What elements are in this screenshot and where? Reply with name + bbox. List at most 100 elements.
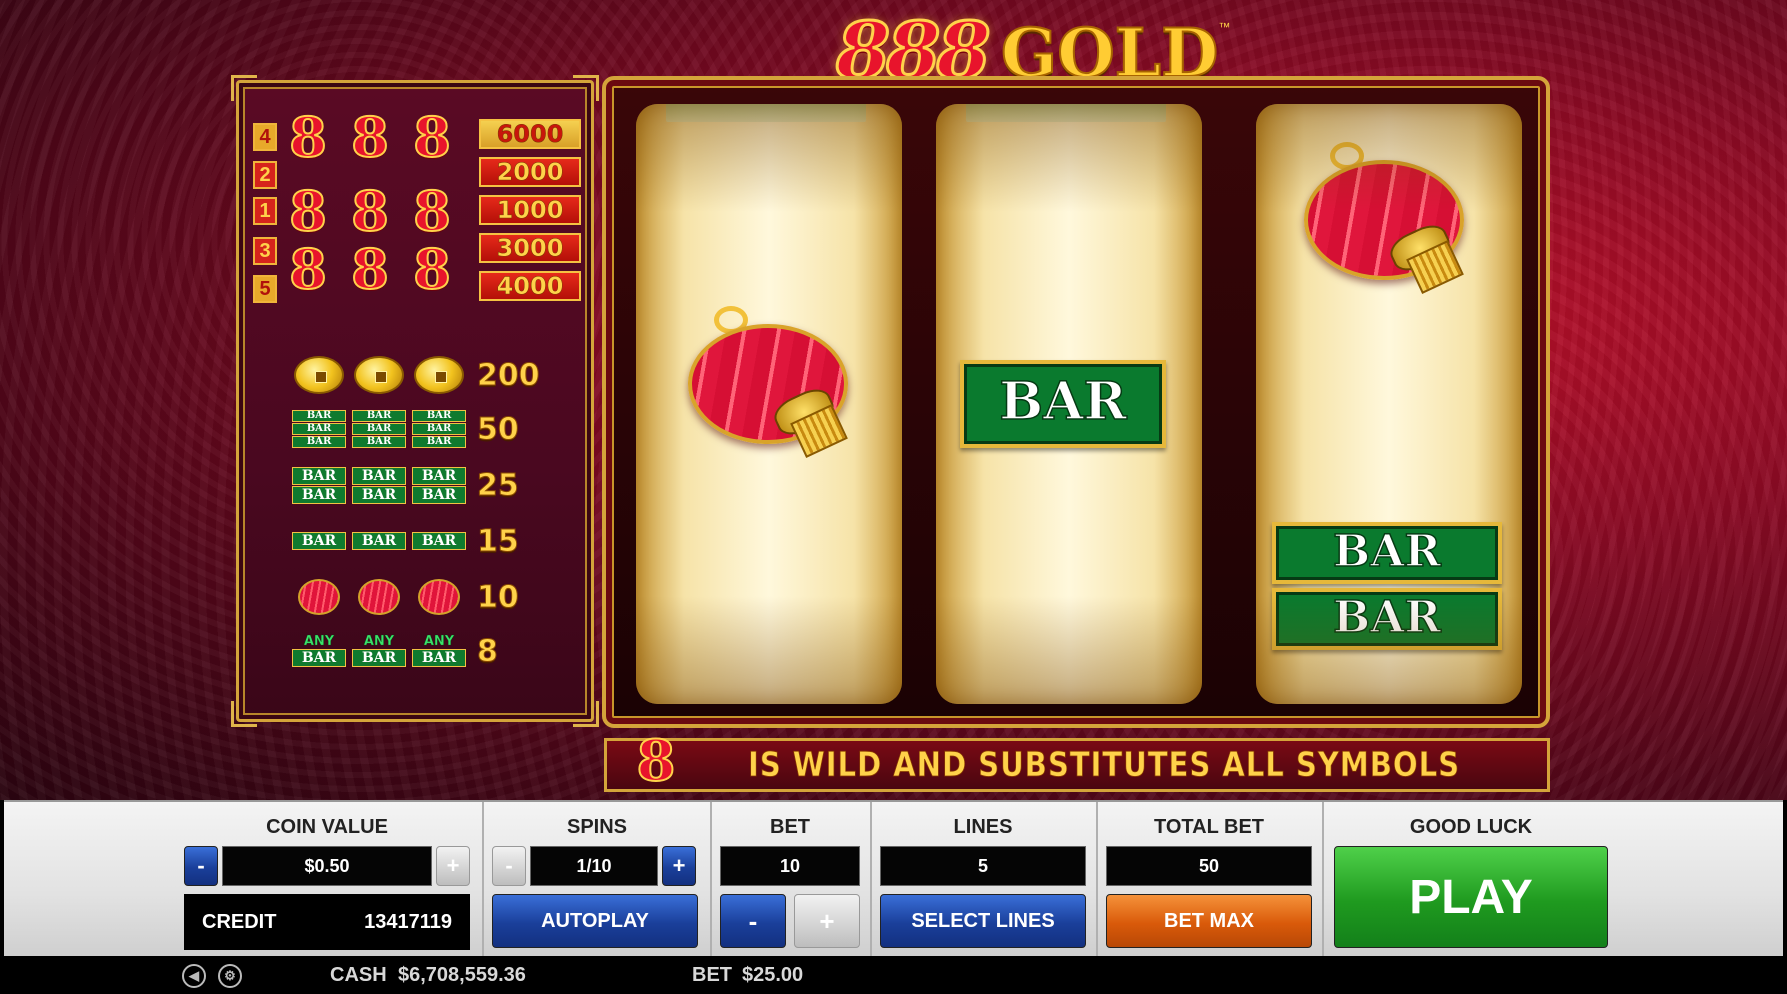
total-bet-display: 50 (1106, 846, 1312, 886)
paytable-symbol-row: ANY BAR ANY BAR ANY BAR 8 (289, 627, 549, 675)
eight-symbol: 8 (350, 237, 390, 301)
double-bar-icon: BAR BAR (289, 466, 349, 504)
lantern-icon (358, 579, 400, 615)
bar-symbol: BAR (1272, 522, 1502, 584)
line-payout: 3000 (479, 233, 581, 263)
line-payout: 1000 (479, 195, 581, 225)
symbol-payout: 8 (477, 633, 499, 669)
credit-label: CREDIT (202, 910, 277, 933)
lantern-icon (298, 579, 340, 615)
symbol-payout: 200 (477, 357, 541, 393)
bet-max-button[interactable]: BET MAX (1106, 894, 1312, 948)
paytable-symbol-row: BAR BAR BAR BAR BAR BAR BAR BAR BAR 50 (289, 405, 549, 453)
eight-symbol: 8 (288, 179, 328, 243)
lantern-symbol (1294, 140, 1474, 300)
eight-symbol: 8 (412, 237, 452, 301)
select-lines-button[interactable]: SELECT LINES (880, 894, 1086, 948)
any-bar-icon: ANY BAR (289, 634, 349, 668)
status-bet-label: BET (692, 964, 732, 986)
symbol-payout: 50 (477, 411, 520, 447)
spins-minus-button[interactable]: - (492, 846, 526, 886)
total-bet-label: TOTAL BET (1154, 816, 1264, 838)
symbol-payout: 15 (477, 523, 520, 559)
bar-symbol-partial (666, 104, 866, 122)
reel-3: BAR BAR (1256, 104, 1522, 704)
lines-display: 5 (880, 846, 1086, 886)
game-area: 888 GOLD ™ 4 8 8 8 6000 2 2000 1 8 8 8 1… (0, 0, 1787, 800)
reel-2: BAR (936, 104, 1202, 704)
bet-minus-button[interactable]: - (720, 894, 786, 948)
triple-bar-icon: BAR BAR BAR (349, 410, 409, 449)
coin-value-plus-button[interactable]: + (436, 846, 470, 886)
credit-value: 13417119 (364, 910, 452, 933)
paytable-line-row: 4 8 8 8 (253, 105, 463, 169)
spins-display: 1/10 (530, 846, 658, 886)
lantern-icon (418, 579, 460, 615)
any-bar-icon: ANY BAR (409, 634, 469, 668)
any-bar-icon: ANY BAR (349, 634, 409, 668)
triple-bar-icon: BAR BAR BAR (409, 410, 469, 449)
spins-plus-button[interactable]: + (662, 846, 696, 886)
paytable-corner (573, 701, 599, 727)
line-number: 4 (253, 123, 277, 151)
lines-label: LINES (953, 816, 1013, 838)
bet-plus-button[interactable]: + (794, 894, 860, 948)
line-payout: 2000 (479, 157, 581, 187)
paytable-symbol-row: BAR BAR BAR BAR BAR BAR 25 (289, 461, 549, 509)
coin-value-label: COIN VALUE (266, 816, 388, 838)
reel-frame: BAR BAR BAR (602, 76, 1550, 728)
bet-display: 10 (720, 846, 860, 886)
reel-1 (636, 104, 902, 704)
eight-symbol: 8 (412, 179, 452, 243)
double-bar-icon: BAR BAR (409, 466, 469, 504)
single-bar-icon: BAR (289, 532, 349, 551)
play-button[interactable]: PLAY (1334, 846, 1608, 948)
coin-icon (414, 356, 464, 394)
good-luck-label: GOOD LUCK (1409, 816, 1533, 838)
wild-banner-text: IS WILD AND SUBSTITUTES ALL SYMBOLS (747, 745, 1460, 786)
paytable-symbol-row: 10 (289, 573, 549, 621)
coin-value-display: $0.50 (222, 846, 432, 886)
line-number: 2 (253, 161, 277, 189)
symbol-payout: 25 (477, 467, 520, 503)
paytable-corner (231, 701, 257, 727)
autoplay-button[interactable]: AUTOPLAY (492, 894, 698, 948)
paytable: 4 8 8 8 6000 2 2000 1 8 8 8 1000 3 3000 … (231, 75, 599, 727)
paytable-corner (231, 75, 257, 101)
status-bar: ◀ ⚙ CASH $6,708,559.36 BET $25.00 (0, 956, 1787, 994)
coin-icon (354, 356, 404, 394)
eight-symbol: 8 (288, 105, 328, 169)
bar-symbol: BAR (960, 360, 1166, 448)
logo-trademark: ™ (1218, 20, 1231, 34)
cash-value: $6,708,559.36 (398, 964, 526, 986)
line-payout: 6000 (479, 119, 581, 149)
bet-label: BET (770, 816, 810, 838)
paytable-symbol-row: 200 (289, 351, 549, 399)
single-bar-icon: BAR (349, 532, 409, 551)
line-number: 5 (253, 275, 277, 303)
settings-gear-icon[interactable]: ⚙ (218, 964, 242, 988)
eight-symbol: 8 (288, 237, 328, 301)
paytable-line-row: 5 (253, 271, 277, 307)
eight-symbol: 8 (350, 105, 390, 169)
paytable-corner (573, 75, 599, 101)
status-bet-value: $25.00 (742, 964, 804, 986)
wild-banner: 8 IS WILD AND SUBSTITUTES ALL SYMBOLS (604, 728, 1550, 794)
eight-symbol: 8 (412, 105, 452, 169)
lantern-symbol (678, 304, 858, 464)
bar-symbol: BAR (1272, 588, 1502, 650)
sound-icon[interactable]: ◀ (182, 964, 206, 988)
bar-symbol-partial (966, 104, 1166, 122)
coin-icon (294, 356, 344, 394)
cash-label: CASH (330, 964, 387, 986)
paytable-symbol-row: BAR BAR BAR 15 (289, 517, 549, 565)
eight-symbol: 8 (636, 728, 677, 794)
triple-bar-icon: BAR BAR BAR (289, 410, 349, 449)
coin-value-minus-button[interactable]: - (184, 846, 218, 886)
eight-symbol: 8 (350, 179, 390, 243)
credit-display: CREDIT 13417119 (184, 894, 470, 950)
paytable-line-row: 1 8 8 8 (253, 179, 463, 243)
line-number: 1 (253, 197, 277, 225)
line-payout: 4000 (479, 271, 581, 301)
symbol-payout: 10 (477, 579, 520, 615)
